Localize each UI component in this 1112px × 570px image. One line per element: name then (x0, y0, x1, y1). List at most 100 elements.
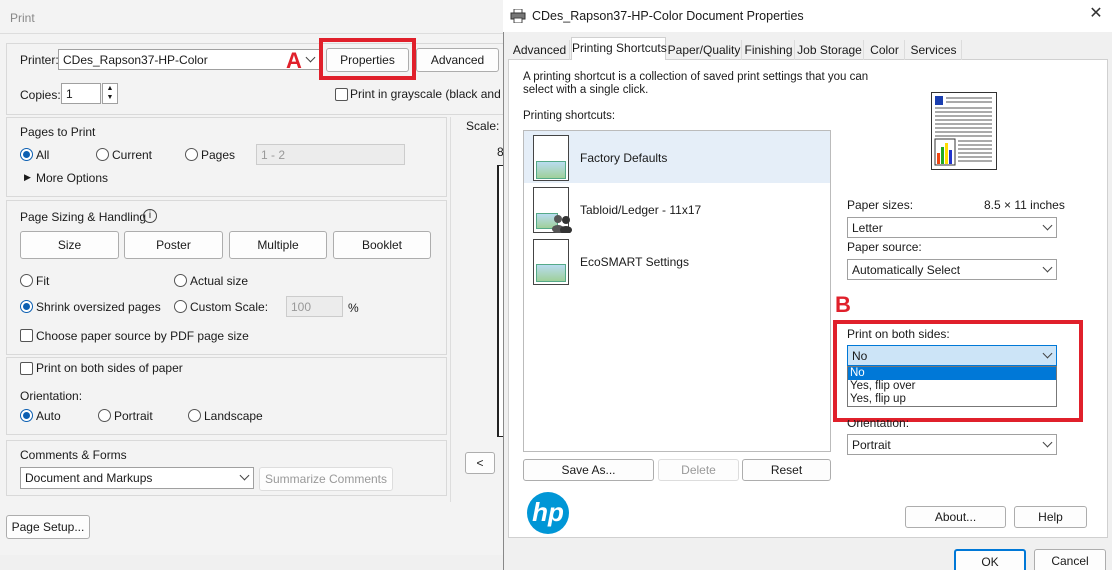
orientation-value: Portrait (852, 438, 891, 452)
tab-paper-quality[interactable]: Paper/Quality (667, 40, 742, 60)
percent-label: % (348, 301, 359, 315)
about-button[interactable]: About... (905, 506, 1006, 528)
more-options-link[interactable]: More Options (36, 171, 108, 185)
tab-printing-shortcuts[interactable]: Printing Shortcuts (571, 37, 667, 61)
annotation-label-b: B (835, 292, 851, 317)
pages-to-print-heading: Pages to Print (20, 125, 96, 139)
list-item-label: Tabloid/Ledger - 11x17 (580, 203, 702, 217)
both-sides-checkbox[interactable] (20, 362, 33, 375)
copies-label: Copies: (20, 88, 61, 102)
cancel-button[interactable]: Cancel (1034, 549, 1106, 570)
orientation-auto-radio[interactable] (20, 409, 33, 422)
size-button[interactable]: Size (20, 231, 119, 259)
chevron-down-icon (305, 52, 316, 63)
multiple-button[interactable]: Multiple (229, 231, 327, 259)
pages-current-radio[interactable] (96, 148, 109, 161)
paper-sizes-dimensions: 8.5 × 11 inches (984, 198, 1065, 212)
ok-button[interactable]: OK (954, 549, 1026, 570)
reset-button[interactable]: Reset (742, 459, 831, 481)
booklet-button[interactable]: Booklet (333, 231, 431, 259)
tab-services[interactable]: Services (906, 40, 962, 60)
page-sizing-heading: Page Sizing & Handling (20, 210, 147, 224)
printer-select-value: CDes_Rapson37-HP-Color (63, 53, 208, 67)
orientation-heading: Orientation: (20, 389, 83, 403)
pages-all-radio[interactable] (20, 148, 33, 161)
prev-page-button[interactable]: < (465, 452, 495, 474)
comments-heading: Comments & Forms (20, 448, 127, 462)
custom-scale-label: Custom Scale: (190, 300, 269, 314)
paper-size-value: Letter (852, 221, 883, 235)
actual-size-label: Actual size (190, 274, 249, 288)
paper-source-select[interactable]: Automatically Select (847, 259, 1057, 280)
tab-job-storage[interactable]: Job Storage (796, 40, 864, 60)
summarize-comments-button[interactable]: Summarize Comments (259, 467, 393, 491)
actual-size-radio[interactable] (174, 274, 187, 287)
custom-scale-input[interactable]: 100 (286, 296, 343, 317)
grayscale-label: Print in grayscale (black and wh (350, 87, 520, 101)
tab-color[interactable]: Color (865, 40, 905, 60)
chevron-down-icon (1042, 220, 1053, 231)
grayscale-checkbox[interactable] (335, 88, 348, 101)
fit-label: Fit (36, 274, 50, 288)
highlight-box-a (319, 38, 416, 80)
choose-source-checkbox[interactable] (20, 329, 33, 342)
info-icon[interactable]: i (143, 209, 157, 223)
save-as-button[interactable]: Save As... (523, 459, 654, 481)
pages-range-input[interactable]: 1 - 2 (256, 144, 405, 165)
delete-button[interactable]: Delete (658, 459, 739, 481)
landscape-image-icon (536, 161, 566, 179)
background-strip (0, 555, 505, 570)
orientation-landscape-radio[interactable] (188, 409, 201, 422)
both-sides-label: Print on both sides of paper (36, 361, 183, 375)
copies-input[interactable]: 1 (61, 83, 101, 104)
paper-sizes-label: Paper sizes: (847, 198, 914, 212)
choose-source-label: Choose paper source by PDF page size (36, 329, 249, 343)
highlight-box-b (833, 320, 1083, 422)
orientation-portrait-label: Portrait (114, 409, 153, 423)
shrink-radio[interactable] (20, 300, 33, 313)
list-item-label: Factory Defaults (580, 151, 668, 165)
caret-right-icon[interactable]: ▶ (24, 172, 31, 183)
comments-select[interactable]: Document and Markups (20, 467, 254, 489)
print-dialog: Print Printer: CDes_Rapson37-HP-Color Pr… (0, 0, 519, 555)
paper-source-value: Automatically Select (852, 263, 961, 277)
printer-icon (510, 8, 526, 24)
chevron-down-icon (239, 470, 250, 481)
paper-source-label: Paper source: (847, 240, 922, 254)
orientation-auto-label: Auto (36, 409, 61, 423)
chevron-down-icon (1042, 262, 1053, 273)
poster-button[interactable]: Poster (124, 231, 223, 259)
tab-finishing[interactable]: Finishing (743, 40, 795, 60)
copies-stepper[interactable]: ▲ ▼ (102, 83, 118, 104)
close-icon[interactable]: ✕ (1086, 4, 1106, 24)
advanced-button[interactable]: Advanced (416, 48, 499, 72)
hp-logo: hp (527, 492, 569, 534)
shrink-label: Shrink oversized pages (36, 300, 161, 314)
custom-scale-radio[interactable] (174, 300, 187, 313)
properties-dialog-title: CDes_Rapson37-HP-Color Document Properti… (532, 9, 804, 23)
printer-label: Printer: (20, 53, 59, 67)
annotation-label-a: A (286, 48, 302, 73)
list-item-label: EcoSMART Settings (580, 255, 689, 269)
page-preview-icon (931, 92, 997, 170)
help-button[interactable]: Help (1014, 506, 1087, 528)
orientation-portrait-radio[interactable] (98, 409, 111, 422)
chevron-down-icon (1042, 437, 1053, 448)
fit-radio[interactable] (20, 274, 33, 287)
pages-all-label: All (36, 148, 50, 162)
page-setup-button[interactable]: Page Setup... (6, 515, 90, 539)
comments-select-value: Document and Markups (25, 471, 153, 485)
orientation-landscape-label: Landscape (204, 409, 263, 423)
printer-select[interactable]: CDes_Rapson37-HP-Color (58, 49, 320, 70)
tab-advanced[interactable]: Advanced (510, 40, 570, 60)
shortcuts-label: Printing shortcuts: (523, 110, 616, 122)
list-item[interactable] (524, 131, 830, 183)
pages-range-label: Pages (201, 148, 236, 162)
pages-current-label: Current (112, 148, 153, 162)
pages-range-radio[interactable] (185, 148, 198, 161)
paper-size-select[interactable]: Letter (847, 217, 1057, 238)
orientation-select[interactable]: Portrait (847, 434, 1057, 455)
print-dialog-title: Print (10, 11, 35, 25)
title-separator (0, 33, 505, 34)
shortcut-description: A printing shortcut is a collection of s… (523, 71, 869, 96)
